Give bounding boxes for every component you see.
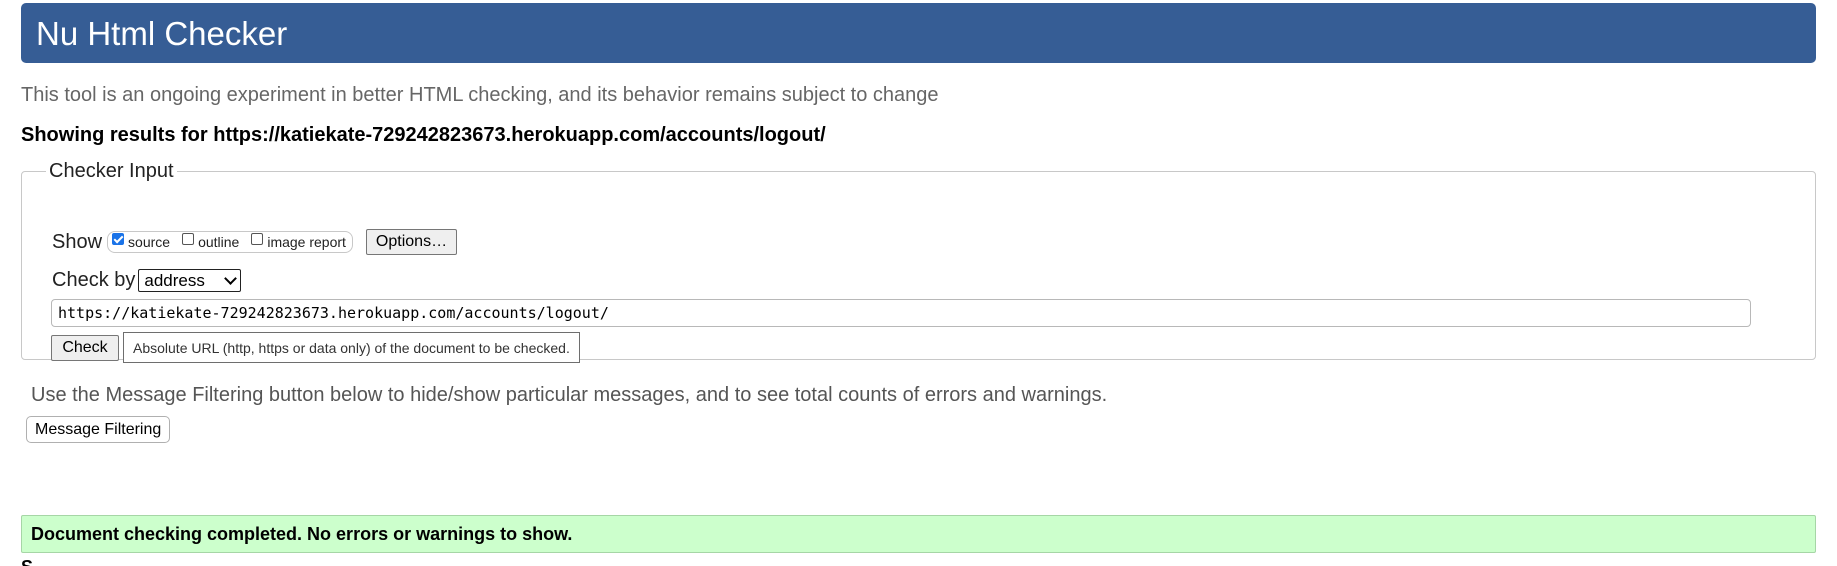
url-input[interactable]: https://katiekate-729242823673.herokuapp… <box>51 299 1751 327</box>
check-by-label: Check by <box>52 269 136 291</box>
source-label: source <box>128 234 171 250</box>
show-options-row: Show source outline image report Options… <box>52 229 458 255</box>
show-option-image-report[interactable]: image report <box>251 233 346 250</box>
message-filtering-note: Use the Message Filtering button below t… <box>31 384 1108 406</box>
checker-input-legend: Checker Input <box>49 160 174 182</box>
cut-off-heading: S <box>21 558 33 566</box>
check-row: Check Absolute URL (http, https or data … <box>51 332 580 363</box>
outline-label: outline <box>198 234 240 250</box>
outline-checkbox[interactable] <box>182 233 195 245</box>
options-button[interactable]: Options… <box>365 229 458 255</box>
message-filtering-button[interactable]: Message Filtering <box>26 416 171 443</box>
showing-results-heading: Showing results for https://katiekate-72… <box>21 124 826 146</box>
page: Nu Html Checker This tool is an ongoing … <box>0 0 1837 566</box>
show-option-outline[interactable]: outline <box>182 233 240 250</box>
app-header: Nu Html Checker <box>21 3 1816 63</box>
check-button[interactable]: Check <box>51 334 119 361</box>
url-hint-tooltip: Absolute URL (http, https or data only) … <box>123 332 580 363</box>
show-label: Show <box>52 230 103 253</box>
result-success-banner: Document checking completed. No errors o… <box>21 515 1816 553</box>
checker-input-fieldset: Checker Input Show source outline image … <box>21 160 1816 363</box>
show-option-source[interactable]: source <box>112 233 171 250</box>
check-by-selected-value: address <box>144 270 205 290</box>
page-title: Nu Html Checker <box>36 15 288 52</box>
show-options-group: source outline image report <box>107 231 353 253</box>
image-report-checkbox[interactable] <box>251 233 264 245</box>
check-by-row: Check by address <box>52 269 242 292</box>
image-report-label: image report <box>267 234 346 250</box>
intro-text: This tool is an ongoing experiment in be… <box>21 84 939 106</box>
chevron-down-icon <box>224 272 238 285</box>
check-by-select[interactable]: address <box>138 269 242 292</box>
source-checkbox[interactable] <box>112 233 125 245</box>
